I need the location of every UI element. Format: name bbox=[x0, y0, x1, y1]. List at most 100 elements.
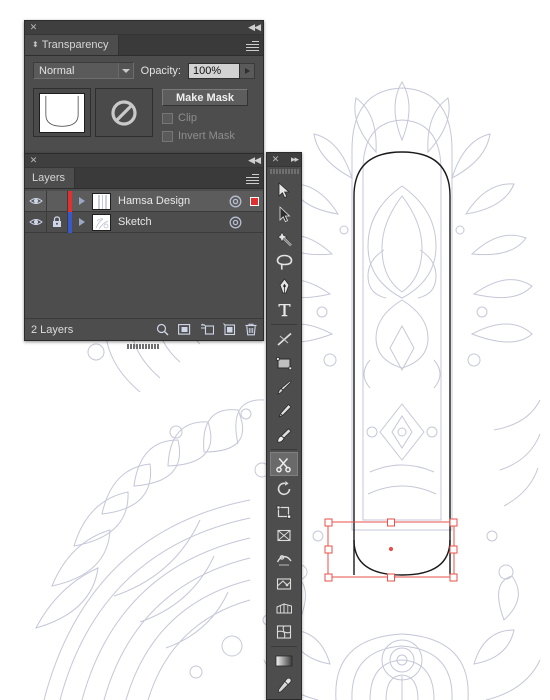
eye-glyph bbox=[28, 219, 43, 225]
target-circle-icon[interactable] bbox=[225, 195, 245, 208]
type-tool[interactable] bbox=[270, 298, 298, 322]
line-icon bbox=[276, 332, 292, 346]
scale-tool[interactable] bbox=[270, 500, 298, 524]
width-tool[interactable] bbox=[270, 548, 298, 572]
lasso-tool[interactable] bbox=[270, 250, 298, 274]
illustrator-window: ✕ ◀◀ ⬍ Transparency Normal Opacity: 100% bbox=[0, 0, 550, 700]
transparency-titlebar[interactable]: ✕ ◀◀ bbox=[25, 21, 263, 35]
arrow-cursor-icon bbox=[278, 181, 291, 198]
layers-tabstrip: Layers bbox=[25, 168, 263, 189]
close-icon[interactable]: ✕ bbox=[29, 156, 38, 165]
chevron-down-icon[interactable] bbox=[117, 63, 133, 78]
close-icon[interactable]: ✕ bbox=[271, 155, 280, 164]
pencil-icon bbox=[277, 403, 292, 418]
new-sublayer-icon[interactable] bbox=[200, 323, 214, 336]
toolbar-grip[interactable] bbox=[267, 167, 301, 176]
invert-mask-checkbox[interactable] bbox=[162, 130, 173, 142]
shape-builder-tool[interactable] bbox=[270, 572, 298, 596]
collapse-icon[interactable]: ◀◀ bbox=[248, 155, 261, 166]
new-layer-glyph bbox=[223, 323, 236, 336]
invert-mask-row[interactable]: Invert Mask bbox=[162, 130, 255, 142]
direct-arrow-icon bbox=[279, 205, 291, 222]
target-circle-icon[interactable] bbox=[225, 216, 245, 229]
perspective-grid-icon bbox=[276, 603, 292, 614]
direct-selection-tool[interactable] bbox=[270, 202, 298, 226]
close-icon[interactable]: ✕ bbox=[29, 23, 38, 32]
selection-tool[interactable] bbox=[270, 178, 298, 202]
perspective-grid-tool[interactable] bbox=[270, 596, 298, 620]
eye-glyph bbox=[28, 198, 43, 204]
toolbar-divider bbox=[271, 449, 297, 450]
transparency-panel: ✕ ◀◀ ⬍ Transparency Normal Opacity: 100% bbox=[24, 20, 264, 154]
lock-glyph bbox=[53, 216, 61, 227]
eyedropper-icon bbox=[277, 677, 291, 693]
layer-list: Hamsa Design Sketch bbox=[25, 189, 263, 233]
blend-mode-select[interactable]: Normal bbox=[33, 62, 134, 79]
magnifier-glyph bbox=[156, 323, 169, 336]
invert-mask-label: Invert Mask bbox=[178, 130, 235, 142]
collapse-icon[interactable]: ◀◀ bbox=[248, 22, 261, 33]
rectangle-tool[interactable] bbox=[270, 351, 298, 375]
blob-brush-icon bbox=[276, 427, 292, 443]
magic-wand-tool[interactable] bbox=[270, 226, 298, 250]
clip-checkbox[interactable] bbox=[162, 112, 173, 124]
artwork-thumbnail[interactable] bbox=[33, 88, 91, 137]
new-layer-icon[interactable] bbox=[223, 323, 236, 336]
clipping-mask-icon[interactable] bbox=[178, 323, 191, 336]
selection-square-icon[interactable] bbox=[245, 196, 263, 206]
paintbrush-tool[interactable] bbox=[270, 375, 298, 399]
lock-icon[interactable] bbox=[47, 212, 68, 232]
tool-list bbox=[267, 176, 301, 700]
type-t-icon bbox=[278, 304, 290, 317]
panel-menu-icon[interactable] bbox=[246, 39, 259, 52]
toolbar-titlebar[interactable]: ✕ ▸▸ bbox=[267, 153, 301, 167]
new-sublayer-glyph bbox=[201, 323, 214, 335]
opacity-stepper[interactable] bbox=[240, 62, 255, 79]
lock-slot-empty[interactable] bbox=[47, 191, 68, 211]
tab-layers[interactable]: Layers bbox=[25, 168, 76, 188]
layer-name[interactable]: Sketch bbox=[118, 216, 225, 228]
blend-mode-value: Normal bbox=[39, 64, 75, 77]
eye-icon[interactable] bbox=[25, 212, 47, 232]
free-transform-tool[interactable] bbox=[270, 524, 298, 548]
panel-menu-icon[interactable] bbox=[246, 172, 259, 185]
trash-icon[interactable] bbox=[245, 323, 257, 336]
pencil-tool[interactable] bbox=[270, 399, 298, 423]
layers-footer-buttons bbox=[156, 323, 257, 336]
layer-thumbnail bbox=[92, 192, 111, 210]
triangle-right-icon[interactable] bbox=[72, 218, 92, 226]
selection-bounding-box bbox=[327, 521, 455, 580]
table-row[interactable]: Hamsa Design bbox=[25, 190, 263, 212]
tools-panel: ✕ ▸▸ bbox=[266, 152, 302, 700]
pen-tool[interactable] bbox=[270, 274, 298, 298]
triangle-right-icon[interactable] bbox=[72, 197, 92, 205]
mesh-tool[interactable] bbox=[270, 620, 298, 644]
scissors-tool[interactable] bbox=[270, 452, 298, 476]
panel-resize-grip[interactable] bbox=[127, 336, 161, 349]
clip-row[interactable]: Clip bbox=[162, 112, 255, 124]
line-segment-tool[interactable] bbox=[270, 327, 298, 351]
magic-wand-icon bbox=[276, 230, 292, 246]
eye-icon[interactable] bbox=[25, 191, 47, 211]
gradient-tool[interactable] bbox=[270, 649, 298, 673]
transparency-controls-row: Normal Opacity: 100% bbox=[33, 62, 255, 79]
table-row[interactable]: Sketch bbox=[25, 211, 263, 233]
layers-title: Layers bbox=[32, 172, 66, 184]
layer-thumbnail-preview bbox=[93, 214, 110, 230]
rotate-tool[interactable] bbox=[270, 476, 298, 500]
layer-name[interactable]: Hamsa Design bbox=[118, 195, 225, 207]
opacity-input[interactable]: 100% bbox=[188, 62, 240, 79]
layer-thumbnail-preview bbox=[93, 193, 110, 209]
blob-brush-tool[interactable] bbox=[270, 423, 298, 447]
collapse-icon[interactable]: ▸▸ bbox=[291, 154, 299, 165]
make-mask-button[interactable]: Make Mask bbox=[162, 89, 248, 106]
no-mask-icon bbox=[111, 99, 137, 126]
tab-transparency[interactable]: ⬍ Transparency bbox=[25, 35, 119, 55]
eyedropper-tool[interactable] bbox=[270, 673, 298, 697]
mesh-icon bbox=[276, 625, 292, 639]
layers-titlebar[interactable]: ✕ ◀◀ bbox=[25, 154, 263, 168]
mask-thumbnail[interactable] bbox=[95, 88, 153, 137]
width-warp-icon bbox=[276, 554, 292, 565]
magnifier-icon[interactable] bbox=[156, 323, 169, 336]
scale-icon bbox=[276, 505, 291, 519]
